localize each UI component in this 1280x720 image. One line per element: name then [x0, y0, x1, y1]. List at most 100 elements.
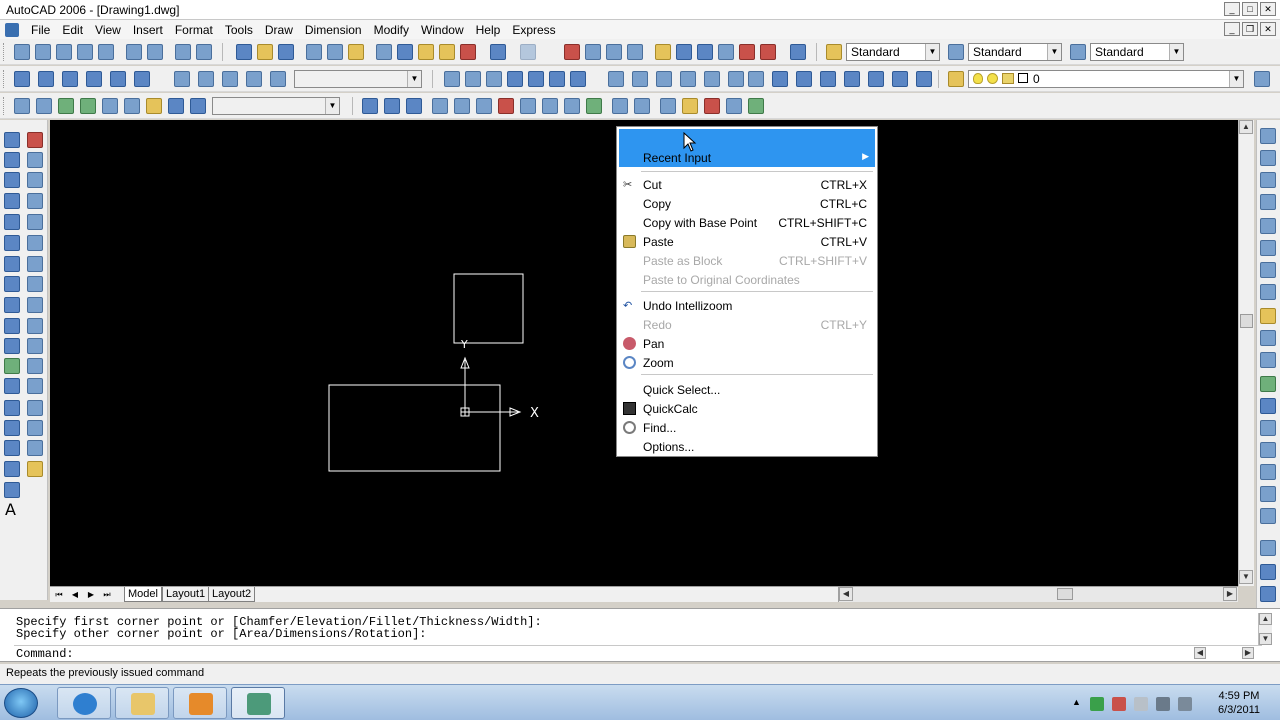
- first-tab-icon[interactable]: ⏮: [52, 588, 66, 601]
- copy-icon[interactable]: [397, 44, 413, 60]
- match-properties-icon[interactable]: [439, 44, 455, 60]
- doc-restore-button[interactable]: ❐: [1242, 22, 1258, 36]
- view-sw-iso-icon[interactable]: [174, 71, 190, 87]
- shell-icon[interactable]: [726, 98, 742, 114]
- circle-icon[interactable]: [4, 256, 20, 272]
- dim-edit-icon[interactable]: [1260, 442, 1276, 458]
- linear-dim-icon[interactable]: [1260, 128, 1276, 144]
- menu-item-find[interactable]: Find...: [619, 418, 875, 437]
- menu-item-undo-intellizoom[interactable]: ↶ Undo Intellizoom: [619, 296, 875, 315]
- move-icon[interactable]: [27, 235, 43, 251]
- quick-dim-icon[interactable]: [1260, 308, 1276, 324]
- construction-line-icon[interactable]: [4, 152, 20, 168]
- background-icon[interactable]: [190, 98, 206, 114]
- menu-insert[interactable]: Insert: [127, 23, 169, 37]
- arc-icon[interactable]: [4, 235, 20, 251]
- fillet-icon[interactable]: [27, 440, 43, 456]
- view-left-icon[interactable]: [62, 71, 78, 87]
- menu-tools[interactable]: Tools: [219, 23, 259, 37]
- menu-item-recent-input[interactable]: Recent Input ▶: [619, 129, 875, 167]
- 3d-orbit-icon[interactable]: [844, 71, 860, 87]
- tray-app-icon[interactable]: [1090, 697, 1104, 711]
- aligned-dim-icon[interactable]: [1260, 150, 1276, 166]
- tolerance-icon[interactable]: [1260, 398, 1276, 414]
- array-icon[interactable]: [27, 214, 43, 230]
- union-icon[interactable]: [362, 98, 378, 114]
- break-at-point-icon[interactable]: [27, 358, 43, 374]
- 3d-zoom-icon[interactable]: [820, 71, 836, 87]
- 3d-swivel-icon[interactable]: [868, 71, 884, 87]
- menu-edit[interactable]: Edit: [56, 23, 89, 37]
- layer-previous-icon[interactable]: [1254, 71, 1270, 87]
- copy-edges-icon[interactable]: [612, 98, 628, 114]
- render-icon[interactable]: [58, 98, 74, 114]
- dim-text-edit-icon[interactable]: [1260, 464, 1276, 480]
- scroll-left-icon[interactable]: ◀: [839, 587, 853, 601]
- cut-icon[interactable]: [376, 44, 392, 60]
- minimize-button[interactable]: _: [1224, 2, 1240, 16]
- toolbar-grip[interactable]: [3, 43, 6, 61]
- scroll-right-icon[interactable]: ▶: [1223, 587, 1237, 601]
- doc-close-button[interactable]: ✕: [1260, 22, 1276, 36]
- prev-tab-icon[interactable]: ◀: [68, 588, 82, 601]
- flat-shaded-icon[interactable]: [507, 71, 523, 87]
- menu-item-quickcalc[interactable]: QuickCalc: [619, 399, 875, 418]
- show-hidden-icons-icon[interactable]: ▲: [1072, 697, 1086, 711]
- point-icon[interactable]: [4, 400, 20, 416]
- imprint-icon[interactable]: [660, 98, 676, 114]
- zoom-dynamic-icon[interactable]: [56, 44, 72, 60]
- menu-item-copy[interactable]: Copy CTRL+C: [619, 194, 875, 213]
- view-icon[interactable]: [1260, 540, 1276, 556]
- dim-style-2-icon[interactable]: [1260, 508, 1276, 524]
- taskbar-autocad[interactable]: [231, 687, 285, 719]
- explode-icon[interactable]: [27, 461, 43, 477]
- dim-style-icon[interactable]: [948, 44, 964, 60]
- orbit-icon[interactable]: [772, 71, 788, 87]
- plot-icon[interactable]: [306, 44, 322, 60]
- intersect-icon[interactable]: [406, 98, 422, 114]
- cone-icon[interactable]: [680, 71, 696, 87]
- 3d-distance-icon[interactable]: [892, 71, 908, 87]
- torus-icon[interactable]: [728, 71, 744, 87]
- view-ne-iso-icon[interactable]: [222, 71, 238, 87]
- insert-block-icon[interactable]: [4, 358, 20, 374]
- command-scrollbar[interactable]: ▲ ▼: [1258, 613, 1272, 645]
- maximize-button[interactable]: □: [1242, 2, 1258, 16]
- design-center-icon[interactable]: [676, 44, 692, 60]
- color-faces-icon[interactable]: [586, 98, 602, 114]
- rotate-faces-icon[interactable]: [520, 98, 536, 114]
- last-tab-icon[interactable]: ⏭: [100, 588, 114, 601]
- menu-help[interactable]: Help: [470, 23, 507, 37]
- revision-cloud-icon[interactable]: [4, 276, 20, 292]
- polyline-icon[interactable]: [4, 172, 20, 188]
- menu-file[interactable]: File: [25, 23, 56, 37]
- table-style-icon[interactable]: [1070, 44, 1086, 60]
- text-style-icon[interactable]: [826, 44, 842, 60]
- text-style-select[interactable]: Standard ▼: [846, 43, 940, 61]
- extrude-icon[interactable]: [748, 71, 764, 87]
- mapping-icon[interactable]: [168, 98, 184, 114]
- zoom-scale-icon[interactable]: [77, 44, 93, 60]
- materials-icon[interactable]: [124, 98, 140, 114]
- multiline-text-icon[interactable]: A: [5, 500, 16, 519]
- quickcalc-icon[interactable]: [760, 44, 776, 60]
- menu-view[interactable]: View: [89, 23, 127, 37]
- tab-layout2[interactable]: Layout2: [208, 587, 256, 602]
- menu-draw[interactable]: Draw: [259, 23, 299, 37]
- named-views-select[interactable]: ▼: [294, 70, 422, 88]
- start-button[interactable]: [4, 688, 38, 718]
- copy-faces-icon[interactable]: [564, 98, 580, 114]
- table-style-select[interactable]: Standard ▼: [1090, 43, 1184, 61]
- region-icon[interactable]: [4, 461, 20, 477]
- continue-icon[interactable]: [1260, 352, 1276, 368]
- arc-length-icon[interactable]: [1260, 172, 1276, 188]
- flat-edges-icon[interactable]: [549, 71, 565, 87]
- view-se-iso-icon[interactable]: [198, 71, 214, 87]
- large-rectangle[interactable]: [328, 384, 501, 472]
- polygon-icon[interactable]: [4, 193, 20, 209]
- dim-style-select[interactable]: Standard ▼: [968, 43, 1062, 61]
- mirror-icon[interactable]: [27, 172, 43, 188]
- offset-icon[interactable]: [27, 193, 43, 209]
- zoom-in-icon[interactable]: [126, 44, 142, 60]
- materials-library-icon[interactable]: [146, 98, 162, 114]
